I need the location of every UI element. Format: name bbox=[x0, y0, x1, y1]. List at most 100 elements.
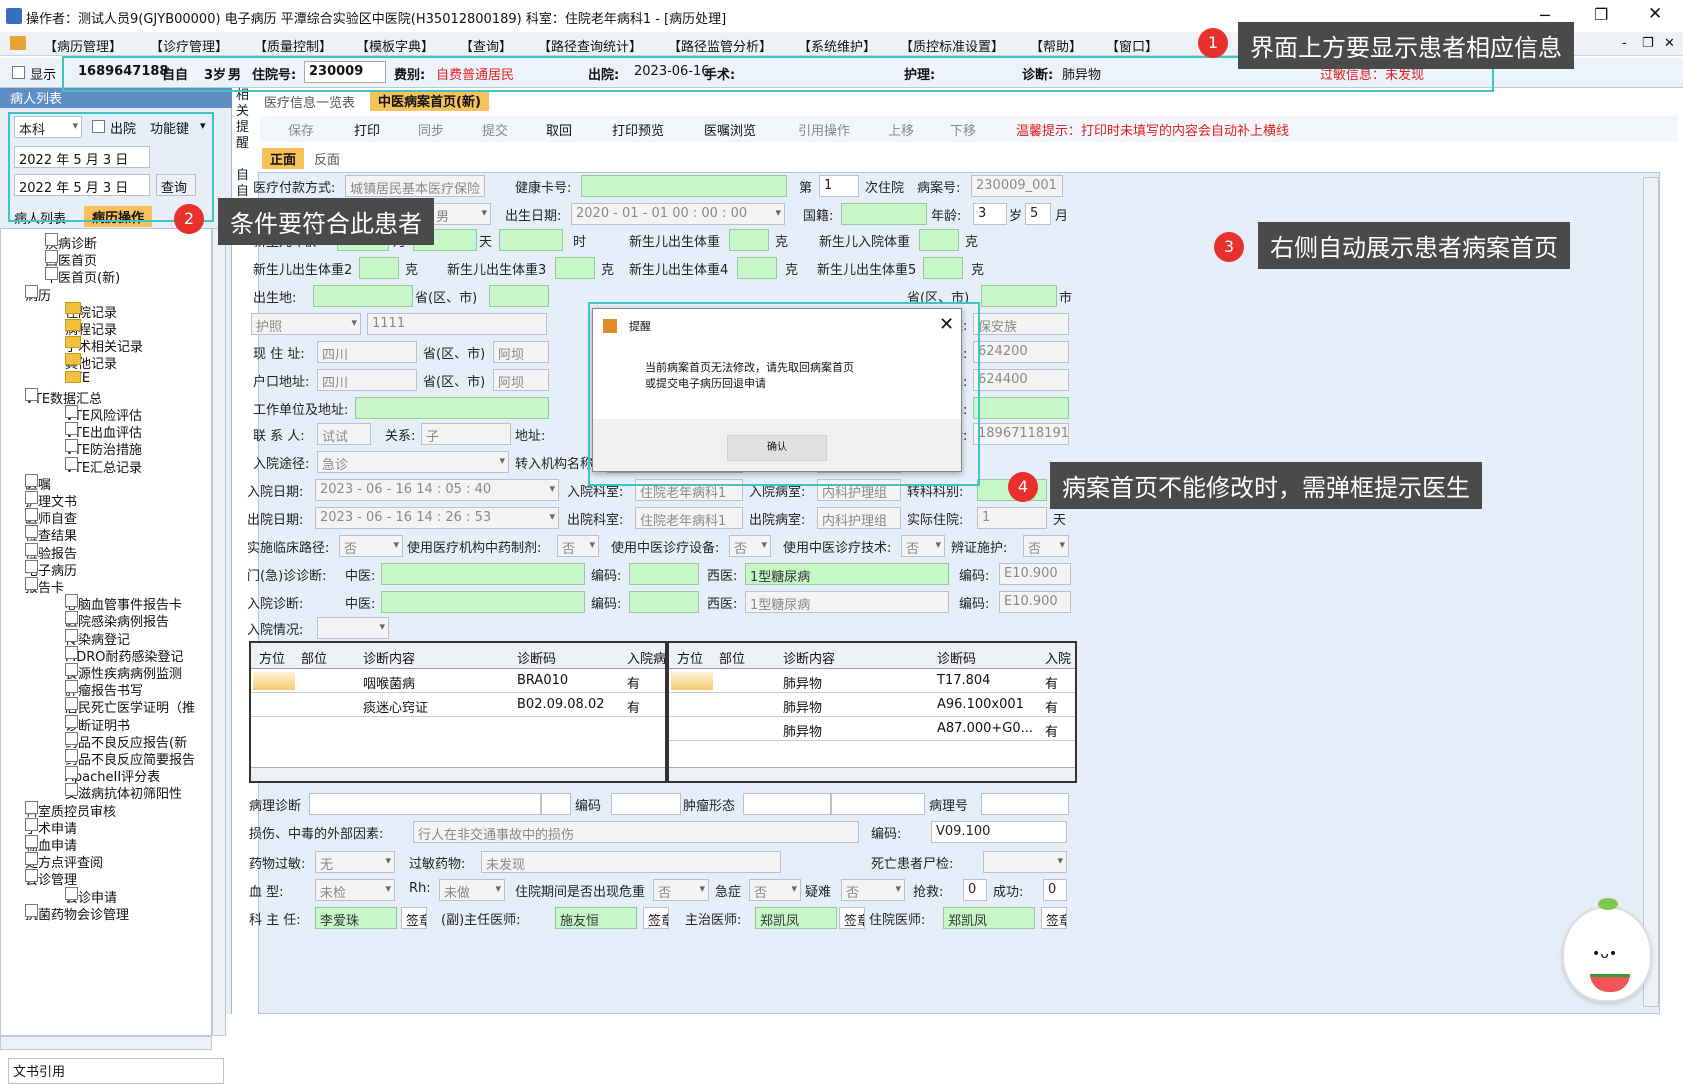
mon-field[interactable]: 5 bbox=[1025, 203, 1051, 225]
sync-button[interactable]: 同步 bbox=[418, 120, 444, 139]
pathology-no-field[interactable] bbox=[981, 793, 1069, 815]
tree-item[interactable]: ApacheII评分表 bbox=[65, 766, 160, 785]
health-card-field[interactable] bbox=[581, 175, 787, 197]
tree-item[interactable]: VTE防治措施 bbox=[65, 439, 142, 458]
success-field[interactable]: 0 bbox=[1043, 879, 1067, 901]
grid-column-header[interactable]: 诊断内容 bbox=[783, 648, 835, 667]
out-dept-field[interactable]: 住院老年病科1 bbox=[635, 507, 743, 529]
grid-hscroll[interactable] bbox=[251, 767, 665, 781]
phone-field[interactable]: 18967118191 bbox=[973, 423, 1069, 445]
tree-item[interactable]: 手术申请 bbox=[25, 817, 77, 837]
reference-button[interactable]: 引用操作 bbox=[798, 120, 850, 139]
drug-allergy-field[interactable]: 无 bbox=[315, 851, 395, 873]
tree-item[interactable]: 药品不良反应简要报告 bbox=[65, 749, 195, 768]
tree-item[interactable]: 住院记录 bbox=[65, 301, 117, 321]
table-row[interactable]: 肺异物 A87.000+G0... 有 bbox=[669, 717, 1075, 741]
autopsy-field[interactable] bbox=[983, 851, 1067, 873]
tab-back[interactable]: 反面 bbox=[314, 149, 340, 168]
mdi-minimize-icon[interactable]: - bbox=[1622, 36, 1627, 51]
op-code-field[interactable]: E10.900 bbox=[999, 563, 1071, 585]
injury-field[interactable]: 行人在非交通事故中的损伤 bbox=[413, 821, 859, 843]
grid-column-header[interactable]: 入院 bbox=[1045, 648, 1071, 667]
tree-item[interactable]: 检查结果 bbox=[25, 525, 77, 544]
tree-item[interactable]: 中医首页(新) bbox=[45, 267, 120, 286]
menu-item[interactable]: 【查询】 bbox=[460, 36, 512, 55]
allergy-drug-field[interactable]: 未发现 bbox=[481, 851, 781, 873]
tree-item[interactable]: 检验报告 bbox=[25, 542, 77, 562]
nb-weight2-field[interactable] bbox=[359, 257, 399, 279]
op-tcm-code-field[interactable] bbox=[629, 563, 699, 585]
no-val-field[interactable]: 否 bbox=[339, 535, 403, 557]
tree-item[interactable]: 护理文书 bbox=[25, 491, 77, 510]
attend-field[interactable]: 郑凯凤 bbox=[755, 907, 837, 929]
crit-field[interactable]: 否 bbox=[653, 879, 709, 901]
birth-prov-field[interactable] bbox=[313, 285, 413, 307]
nb-weight5-field[interactable] bbox=[923, 257, 963, 279]
admit-condition-field[interactable] bbox=[317, 617, 389, 639]
tab-tcm-homepage[interactable]: 中医病案首页(新) bbox=[370, 90, 489, 111]
tree-item[interactable]: 病程记录 bbox=[65, 319, 117, 338]
tree-item[interactable]: 药品不良反应报告(新 bbox=[65, 731, 187, 751]
tree-item[interactable]: 肿瘤报告书写 bbox=[65, 680, 143, 699]
blood-field[interactable]: 未检 bbox=[315, 879, 395, 901]
menu-item[interactable]: 【路径监管分析】 bbox=[668, 36, 772, 55]
grid-column-header[interactable]: 部位 bbox=[719, 648, 745, 667]
birth-county-field[interactable] bbox=[981, 285, 1057, 307]
no-val-field[interactable]: 否 bbox=[557, 535, 599, 557]
mascot-icon[interactable]: •ᴗ• bbox=[1562, 898, 1652, 1002]
tree-item[interactable]: VTE汇总记录 bbox=[65, 456, 142, 476]
no-val-field[interactable]: 否 bbox=[1023, 535, 1069, 557]
director-field[interactable]: 李爱珠 bbox=[315, 907, 397, 929]
nb-admit-weight-field[interactable] bbox=[919, 229, 959, 251]
tree-item[interactable]: VTE出血评估 bbox=[65, 422, 142, 441]
table-row[interactable]: 咽喉菌病 BRA010 有 bbox=[251, 669, 665, 693]
menu-item[interactable]: 【质控标准设置】 bbox=[900, 36, 1004, 55]
emerg-field[interactable]: 否 bbox=[749, 879, 801, 901]
grid-hscroll[interactable] bbox=[669, 767, 1075, 781]
table-row[interactable]: 肺异物 A96.100x001 有 bbox=[669, 693, 1075, 717]
tree-item[interactable]: MDRO耐药感染登记 bbox=[65, 645, 184, 665]
tree-item[interactable]: VTE bbox=[65, 370, 90, 386]
resident-field[interactable]: 郑凯凤 bbox=[943, 907, 1035, 929]
nb-weight3-field[interactable] bbox=[555, 257, 595, 279]
work-post-field[interactable] bbox=[973, 397, 1069, 419]
tree-item[interactable]: 处方点评查阅 bbox=[25, 852, 103, 871]
sign-button-2[interactable]: 签章 bbox=[643, 907, 669, 929]
op-tcm-diag-field[interactable] bbox=[381, 563, 585, 585]
tree-item[interactable]: 医院感染病例报告 bbox=[65, 611, 169, 630]
addr-field[interactable]: 四川 bbox=[317, 341, 417, 363]
days-field[interactable]: 1 bbox=[977, 507, 1047, 529]
order-browse-button[interactable]: 医嘱浏览 bbox=[704, 120, 756, 139]
in-tcm-code-field[interactable] bbox=[629, 591, 699, 613]
idno-field[interactable]: 1111 bbox=[367, 313, 547, 335]
grid-column-header[interactable]: 诊断内容 bbox=[363, 648, 415, 667]
op-xy-field[interactable]: 1型糖尿病 bbox=[745, 563, 949, 585]
show-checkbox[interactable] bbox=[12, 66, 25, 79]
tree-item[interactable]: 科室质控员审核 bbox=[25, 800, 116, 820]
out-ward-field[interactable]: 内科护理组 bbox=[817, 507, 901, 529]
restore-icon[interactable]: ❐ bbox=[1594, 5, 1608, 24]
menu-item[interactable]: 【病历管理】 bbox=[44, 36, 122, 55]
menu-item[interactable]: 【路径查询统计】 bbox=[538, 36, 642, 55]
nb-weight4-field[interactable] bbox=[737, 257, 777, 279]
doc-reference-panel[interactable]: 文书引用 bbox=[8, 1058, 224, 1084]
move-down-button[interactable]: 下移 bbox=[950, 120, 976, 139]
move-up-button[interactable]: 上移 bbox=[888, 120, 914, 139]
menu-item[interactable]: 【诊疗管理】 bbox=[150, 36, 228, 55]
tree-item[interactable]: 输血申请 bbox=[25, 835, 77, 854]
tree-item[interactable]: 心脑血管事件报告卡 bbox=[65, 594, 182, 613]
tab-front[interactable]: 正面 bbox=[262, 148, 305, 169]
tree-item[interactable]: 病历 bbox=[25, 284, 51, 304]
pathology-code-field[interactable] bbox=[611, 793, 681, 815]
grid-column-header[interactable]: 部位 bbox=[301, 648, 327, 667]
menu-item[interactable]: 【窗口】 bbox=[1106, 36, 1158, 55]
sign-button-1[interactable]: 签章 bbox=[401, 907, 427, 929]
grid-column-header[interactable]: 诊断码 bbox=[517, 648, 556, 667]
grid-column-header[interactable]: 方位 bbox=[259, 648, 285, 667]
tree-item[interactable]: 艾滋病抗体初筛阳性 bbox=[65, 783, 182, 802]
tree-item[interactable]: 会诊申请 bbox=[65, 886, 117, 906]
tree-item[interactable]: 电子病历 bbox=[25, 559, 77, 579]
save-button[interactable]: 保存 bbox=[288, 120, 314, 139]
tab-medical-info[interactable]: 医疗信息一览表 bbox=[264, 92, 355, 111]
rel-field[interactable]: 子 bbox=[421, 423, 511, 445]
